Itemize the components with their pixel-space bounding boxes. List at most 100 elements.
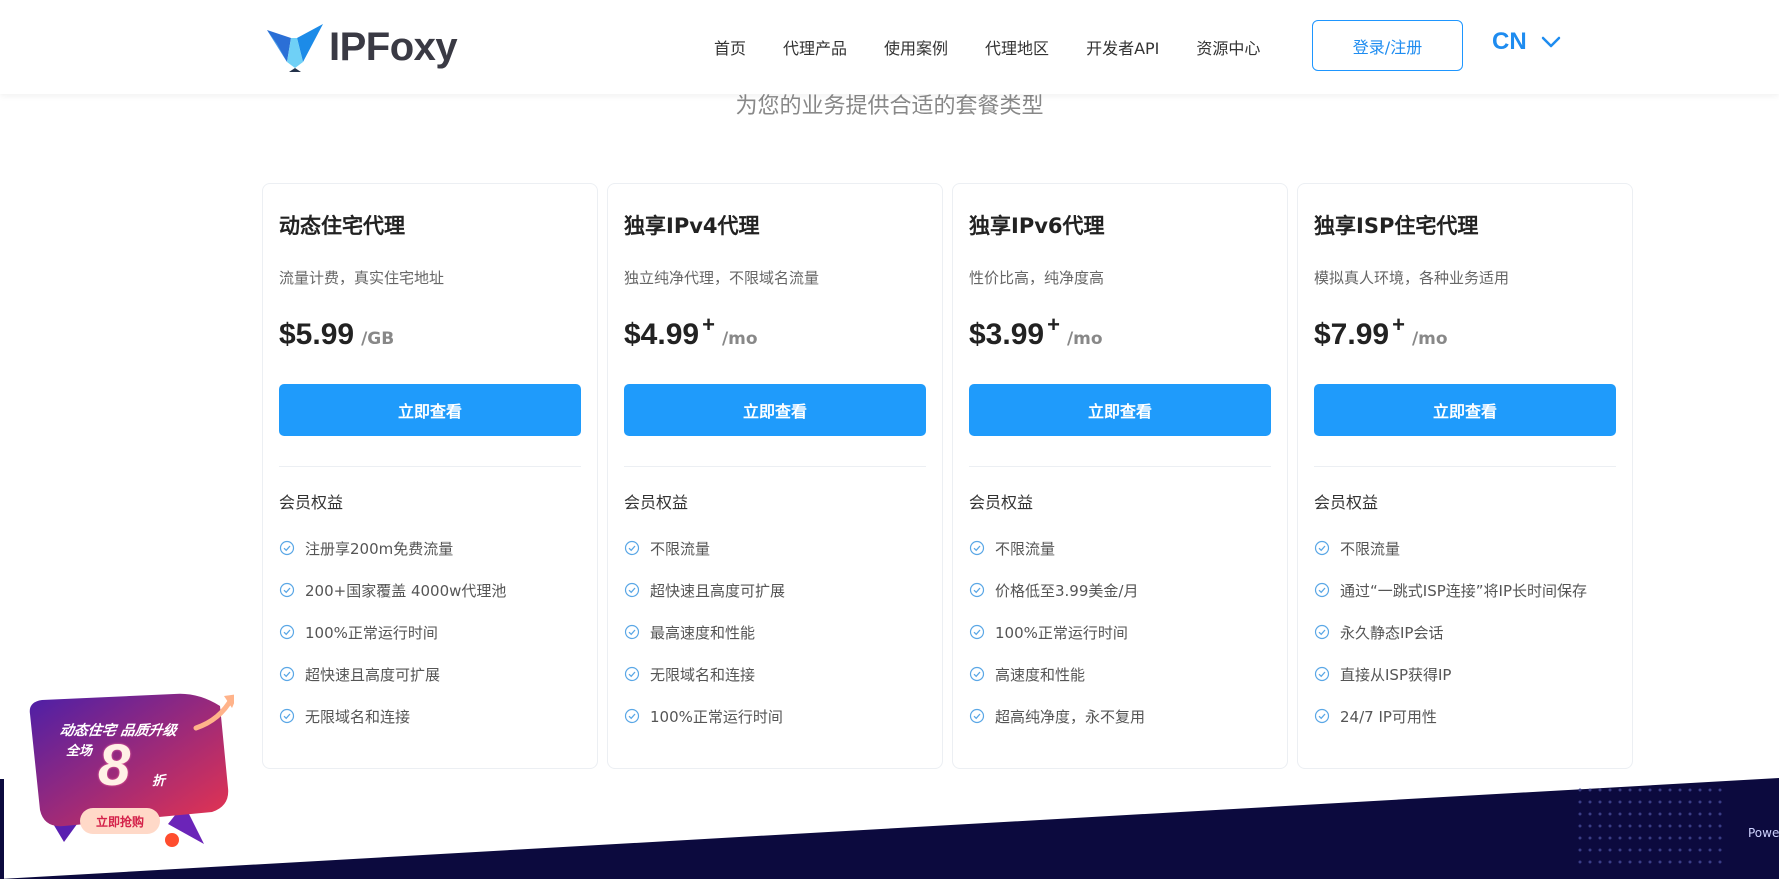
pricing-card-ipv4: 独享IPv4代理 独立纯净代理，不限域名流量 $4.99 + /mo 立即查看 … — [607, 183, 943, 769]
card-description: 独立纯净代理，不限域名流量 — [624, 269, 820, 287]
pricing-cards: 动态住宅代理 流量计费，真实住宅地址 $5.99 /GB 立即查看 会员权益 注… — [262, 183, 1642, 769]
card-title: 独享ISP住宅代理 — [1314, 214, 1479, 238]
price-row: $4.99 + /mo — [624, 312, 926, 352]
site-header: IPFoxy 首页 代理产品 使用案例 代理地区 开发者API 资源中心 登录/… — [0, 0, 1779, 94]
feature-text: 最高速度和性能 — [650, 623, 756, 642]
nav-item-home[interactable]: 首页 — [714, 35, 746, 59]
pricing-card-isp-residential: 独享ISP住宅代理 模拟真人环境，各种业务适用 $7.99 + /mo 立即查看… — [1297, 183, 1633, 769]
feature-text: 200+国家覆盖 4000w代理池 — [305, 581, 507, 600]
nav-item-resources[interactable]: 资源中心 — [1196, 35, 1260, 59]
footer-wave-background — [0, 778, 1779, 879]
price-row: $3.99 + /mo — [969, 312, 1271, 352]
feature-item: 超快速且高度可扩展 — [279, 653, 581, 695]
feature-text: 注册享200m免费流量 — [305, 539, 454, 558]
check-circle-icon — [624, 624, 640, 640]
check-circle-icon — [279, 624, 295, 640]
main-nav: 首页 代理产品 使用案例 代理地区 开发者API 资源中心 — [714, 0, 1297, 94]
feature-item: 100%正常运行时间 — [279, 611, 581, 653]
price-plus: + — [1392, 312, 1405, 337]
divider — [279, 466, 581, 467]
view-now-button[interactable]: 立即查看 — [279, 384, 581, 436]
feature-item: 价格低至3.99美金/月 — [969, 569, 1271, 611]
feature-item: 无限域名和连接 — [624, 653, 926, 695]
feature-item: 不限流量 — [1314, 527, 1616, 569]
feature-text: 超快速且高度可扩展 — [650, 581, 786, 600]
feature-text: 超快速且高度可扩展 — [305, 665, 441, 684]
feature-text: 不限流量 — [650, 539, 711, 558]
nav-item-products[interactable]: 代理产品 — [783, 35, 847, 59]
benefits-title: 会员权益 — [279, 493, 344, 512]
benefits-title: 会员权益 — [624, 493, 689, 512]
feature-item: 不限流量 — [969, 527, 1271, 569]
feature-text: 100%正常运行时间 — [995, 623, 1128, 642]
check-circle-icon — [624, 582, 640, 598]
price: $5.99 — [279, 318, 355, 351]
feature-item: 超快速且高度可扩展 — [624, 569, 926, 611]
promo-discount-suffix: 折 — [152, 774, 166, 789]
divider — [624, 466, 926, 467]
card-title: 独享IPv6代理 — [969, 214, 1105, 238]
check-circle-icon — [624, 540, 640, 556]
feature-text: 永久静态IP会话 — [1340, 623, 1444, 642]
logo[interactable]: IPFoxy — [265, 22, 458, 72]
check-circle-icon — [624, 708, 640, 724]
feature-item: 通过“一跳式ISP连接”将IP长时间保存 — [1314, 569, 1616, 611]
feature-item: 100%正常运行时间 — [624, 695, 926, 737]
check-circle-icon — [969, 666, 985, 682]
divider — [1314, 466, 1616, 467]
check-circle-icon — [279, 540, 295, 556]
check-circle-icon — [1314, 708, 1330, 724]
check-circle-icon — [279, 666, 295, 682]
view-now-button[interactable]: 立即查看 — [624, 384, 926, 436]
pricing-card-dynamic-residential: 动态住宅代理 流量计费，真实住宅地址 $5.99 /GB 立即查看 会员权益 注… — [262, 183, 598, 769]
promo-discount-number: 8 — [98, 733, 131, 798]
fox-logo-icon — [267, 24, 323, 72]
check-circle-icon — [1314, 540, 1330, 556]
feature-list: 不限流量 通过“一跳式ISP连接”将IP长时间保存 永久静态IP会话 直接从IS… — [1314, 527, 1616, 737]
nav-item-developer-api[interactable]: 开发者API — [1086, 35, 1159, 59]
check-circle-icon — [969, 540, 985, 556]
feature-text: 24/7 IP可用性 — [1340, 707, 1437, 726]
card-title: 动态住宅代理 — [279, 214, 405, 238]
check-circle-icon — [969, 582, 985, 598]
brand-name: IPFoxy — [329, 24, 458, 69]
feature-text: 价格低至3.99美金/月 — [995, 581, 1139, 600]
language-label: CN — [1492, 28, 1527, 55]
login-register-button[interactable]: 登录/注册 — [1312, 20, 1463, 71]
feature-text: 通过“一跳式ISP连接”将IP长时间保存 — [1340, 581, 1588, 600]
feature-text: 100%正常运行时间 — [305, 623, 438, 642]
feature-text: 高速度和性能 — [995, 665, 1086, 684]
pricing-card-ipv6: 独享IPv6代理 性价比高，纯净度高 $3.99 + /mo 立即查看 会员权益… — [952, 183, 1288, 769]
card-description: 性价比高，纯净度高 — [969, 269, 1105, 287]
price: $3.99 — [969, 318, 1045, 351]
promo-buy-now-button[interactable]: 立即抢购 — [80, 808, 160, 834]
feature-list: 注册享200m免费流量 200+国家覆盖 4000w代理池 100%正常运行时间… — [279, 527, 581, 737]
check-circle-icon — [279, 708, 295, 724]
benefits-title: 会员权益 — [969, 493, 1034, 512]
feature-list: 不限流量 超快速且高度可扩展 最高速度和性能 无限域名和连接 100%正常运行时… — [624, 527, 926, 737]
check-circle-icon — [1314, 666, 1330, 682]
feature-item: 不限流量 — [624, 527, 926, 569]
nav-item-use-cases[interactable]: 使用案例 — [884, 35, 948, 59]
price: $4.99 — [624, 318, 700, 351]
promo-badge[interactable]: 动态住宅 品质升级 全场 8 折 立即抢购 — [24, 692, 234, 852]
check-circle-icon — [1314, 624, 1330, 640]
price-unit: /mo — [721, 329, 758, 349]
feature-text: 直接从ISP获得IP — [1340, 665, 1452, 684]
feature-text: 无限域名和连接 — [305, 707, 411, 726]
check-circle-icon — [624, 666, 640, 682]
feature-text: 不限流量 — [1340, 539, 1401, 558]
price-plus: + — [1047, 312, 1060, 337]
benefits-title: 会员权益 — [1314, 493, 1379, 512]
view-now-button[interactable]: 立即查看 — [969, 384, 1271, 436]
price-unit: /mo — [1411, 329, 1448, 349]
chevron-down-icon — [1541, 36, 1560, 48]
feature-item: 注册享200m免费流量 — [279, 527, 581, 569]
language-selector[interactable]: CN — [1492, 28, 1561, 56]
nav-item-regions[interactable]: 代理地区 — [985, 35, 1049, 59]
feature-item: 100%正常运行时间 — [969, 611, 1271, 653]
view-now-button[interactable]: 立即查看 — [1314, 384, 1616, 436]
check-circle-icon — [969, 708, 985, 724]
price-unit: /mo — [1066, 329, 1103, 349]
check-circle-icon — [1314, 582, 1330, 598]
